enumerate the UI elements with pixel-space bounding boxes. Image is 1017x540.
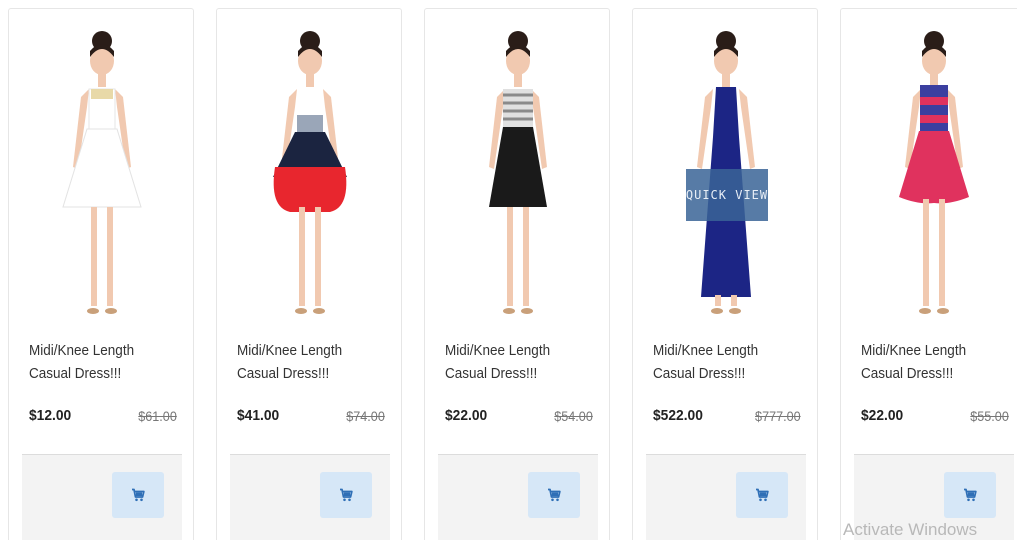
product-image[interactable] [217, 27, 403, 317]
price-row: $522.00 $777.00 [653, 407, 801, 429]
product-card[interactable]: Midi/Knee Length Casual Dress!!! $22.00 $5… [424, 8, 610, 540]
product-title[interactable]: Midi/Knee Length Casual Dress!!! [653, 339, 802, 385]
card-footer [646, 454, 806, 540]
price-row: $12.00 $61.00 [29, 407, 177, 429]
product-price: $22.00 [445, 407, 488, 424]
quick-view-button[interactable]: QUICK VIEW [686, 169, 768, 221]
add-to-cart-button[interactable] [528, 472, 580, 518]
product-old-price: $777.00 [755, 408, 801, 424]
product-card[interactable]: QUICK VIEW Midi/Knee Length Casual Dress!… [632, 8, 818, 540]
card-footer [230, 454, 390, 540]
product-title[interactable]: Midi/Knee Length Casual Dress!!! [861, 339, 1010, 385]
product-image[interactable] [9, 27, 195, 317]
add-to-cart-button[interactable] [320, 472, 372, 518]
cart-icon [548, 488, 561, 502]
product-card[interactable]: Midi/Knee Length Casual Dress!!! $22.00 $5… [840, 8, 1017, 540]
product-old-price: $55.00 [970, 408, 1009, 424]
dress-photo [62, 31, 142, 314]
activate-windows-watermark: Activate Windows [843, 520, 978, 539]
product-grid: Midi/Knee Length Casual Dress!!! $22.00 $5… [0, 0, 1017, 540]
product-price: $522.00 [653, 407, 703, 424]
cart-icon [964, 488, 977, 502]
cart-icon [756, 488, 769, 502]
product-title[interactable]: Midi/Knee Length Casual Dress!!! [237, 339, 386, 385]
product-old-price: $54.00 [554, 408, 593, 424]
cart-icon [132, 488, 145, 502]
add-to-cart-button[interactable] [112, 472, 164, 518]
price-row: $41.00 $74.00 [237, 407, 385, 429]
product-old-price: $74.00 [346, 408, 385, 424]
product-card[interactable]: Midi/Knee Length Casual Dress!!! $41.00 $7… [216, 8, 402, 540]
product-price: $22.00 [861, 407, 904, 424]
product-old-price: $61.00 [138, 408, 177, 424]
product-image[interactable] [425, 27, 611, 317]
add-to-cart-button[interactable] [944, 472, 996, 518]
price-row: $22.00 $55.00 [861, 407, 1009, 429]
add-to-cart-button[interactable] [736, 472, 788, 518]
product-card[interactable]: Midi/Knee Length Casual Dress!!! $12.00 $6… [8, 8, 194, 540]
product-title[interactable]: Midi/Knee Length Casual Dress!!! [445, 339, 594, 385]
product-image[interactable] [841, 27, 1017, 317]
dress-photo [899, 31, 969, 314]
product-price: $41.00 [237, 407, 280, 424]
card-footer [438, 454, 598, 540]
cart-icon [340, 488, 353, 502]
price-row: $22.00 $54.00 [445, 407, 593, 429]
dress-photo [489, 31, 547, 314]
product-title[interactable]: Midi/Knee Length Casual Dress!!! [29, 339, 178, 385]
product-price: $12.00 [29, 407, 72, 424]
card-footer [22, 454, 182, 540]
dress-photo [273, 31, 347, 314]
